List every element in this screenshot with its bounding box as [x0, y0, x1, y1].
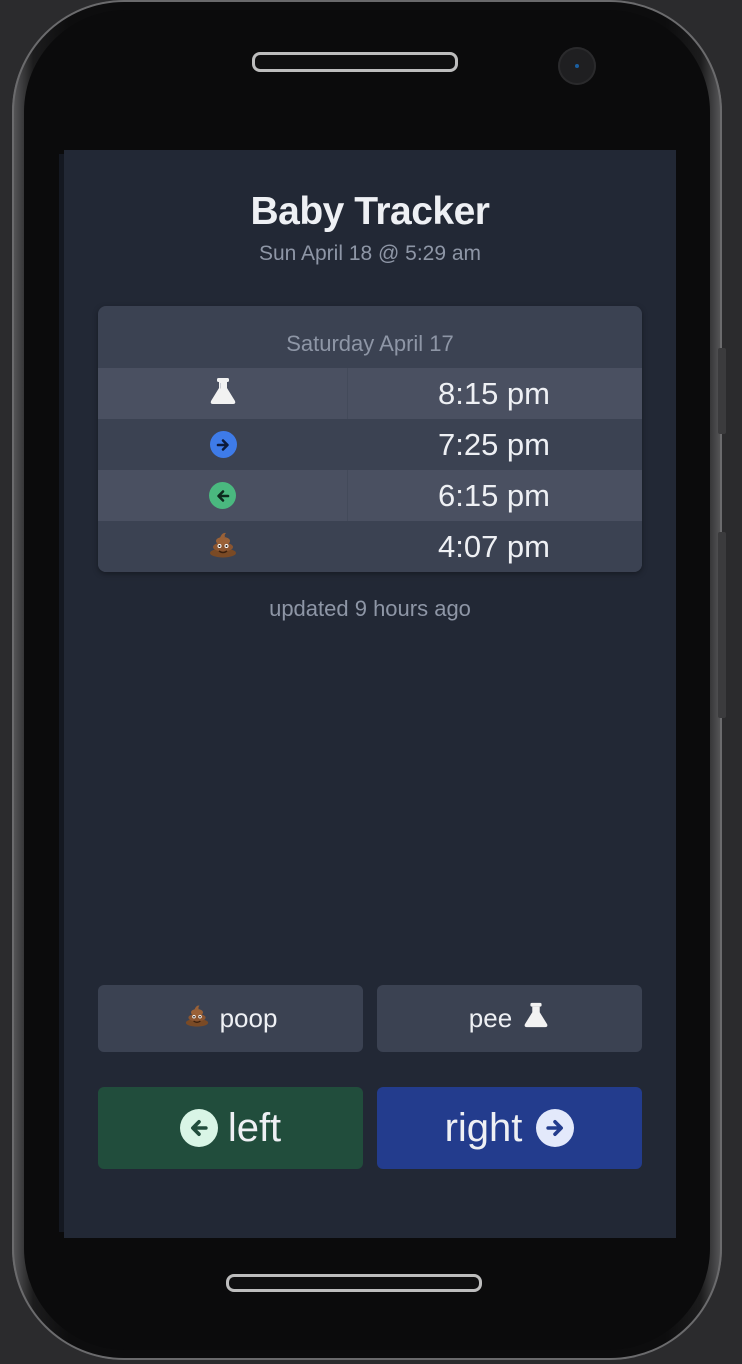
- log-row-time: 6:15 pm: [437, 477, 550, 513]
- page-title: Baby Tracker: [250, 190, 491, 233]
- bottom-speaker: [226, 1274, 482, 1292]
- log-row-time: 7:25 pm: [437, 426, 550, 462]
- poop-button[interactable]: poop: [98, 985, 363, 1052]
- arrow-left-circle-icon: [179, 1109, 218, 1147]
- log-row-icon-cell: [98, 368, 348, 419]
- arrow-right-circle-icon: [536, 1109, 575, 1147]
- last-updated-text: updated 9 hours ago: [269, 596, 471, 621]
- earpiece-speaker: [252, 52, 458, 72]
- log-row-time: 4:07 pm: [437, 528, 550, 564]
- right-button[interactable]: right: [377, 1087, 642, 1169]
- log-row: 8:15 pm: [98, 368, 642, 419]
- log-row-icon-cell: [98, 470, 348, 521]
- right-button-label: right: [444, 1105, 523, 1150]
- log-row: 7:25 pm: [98, 419, 642, 470]
- arrow-left-circle-icon: [209, 482, 236, 509]
- poop-icon: [184, 1003, 210, 1034]
- poop-icon: [208, 530, 238, 563]
- log-card: Saturday April 17 8:15 pm 7:25 pm 6:15 p…: [98, 306, 642, 572]
- app-screen: Baby Tracker Sun April 18 @ 5:29 am Satu…: [64, 150, 676, 1238]
- arrow-right-circle-icon: [209, 431, 237, 458]
- log-row-time: 8:15 pm: [437, 375, 550, 411]
- left-button[interactable]: left: [98, 1087, 363, 1169]
- left-button-label: left: [227, 1105, 282, 1150]
- pee-button-label: pee: [468, 1003, 513, 1033]
- current-datetime: Sun April 18 @ 5:29 am: [258, 242, 482, 265]
- log-row-icon-cell: [98, 521, 348, 572]
- flask-icon: [522, 1002, 550, 1035]
- log-day-header: Saturday April 17: [286, 331, 454, 356]
- log-row: 4:07 pm: [98, 521, 642, 572]
- device-frame: Baby Tracker Sun April 18 @ 5:29 am Satu…: [0, 0, 742, 1364]
- log-row: 6:15 pm: [98, 470, 642, 521]
- poop-button-label: poop: [219, 1003, 278, 1033]
- pee-button[interactable]: pee: [377, 985, 642, 1052]
- flask-icon: [208, 377, 238, 410]
- log-row-icon-cell: [98, 419, 348, 470]
- front-camera: [558, 47, 596, 85]
- power-button: [718, 532, 726, 718]
- volume-button: [718, 348, 726, 434]
